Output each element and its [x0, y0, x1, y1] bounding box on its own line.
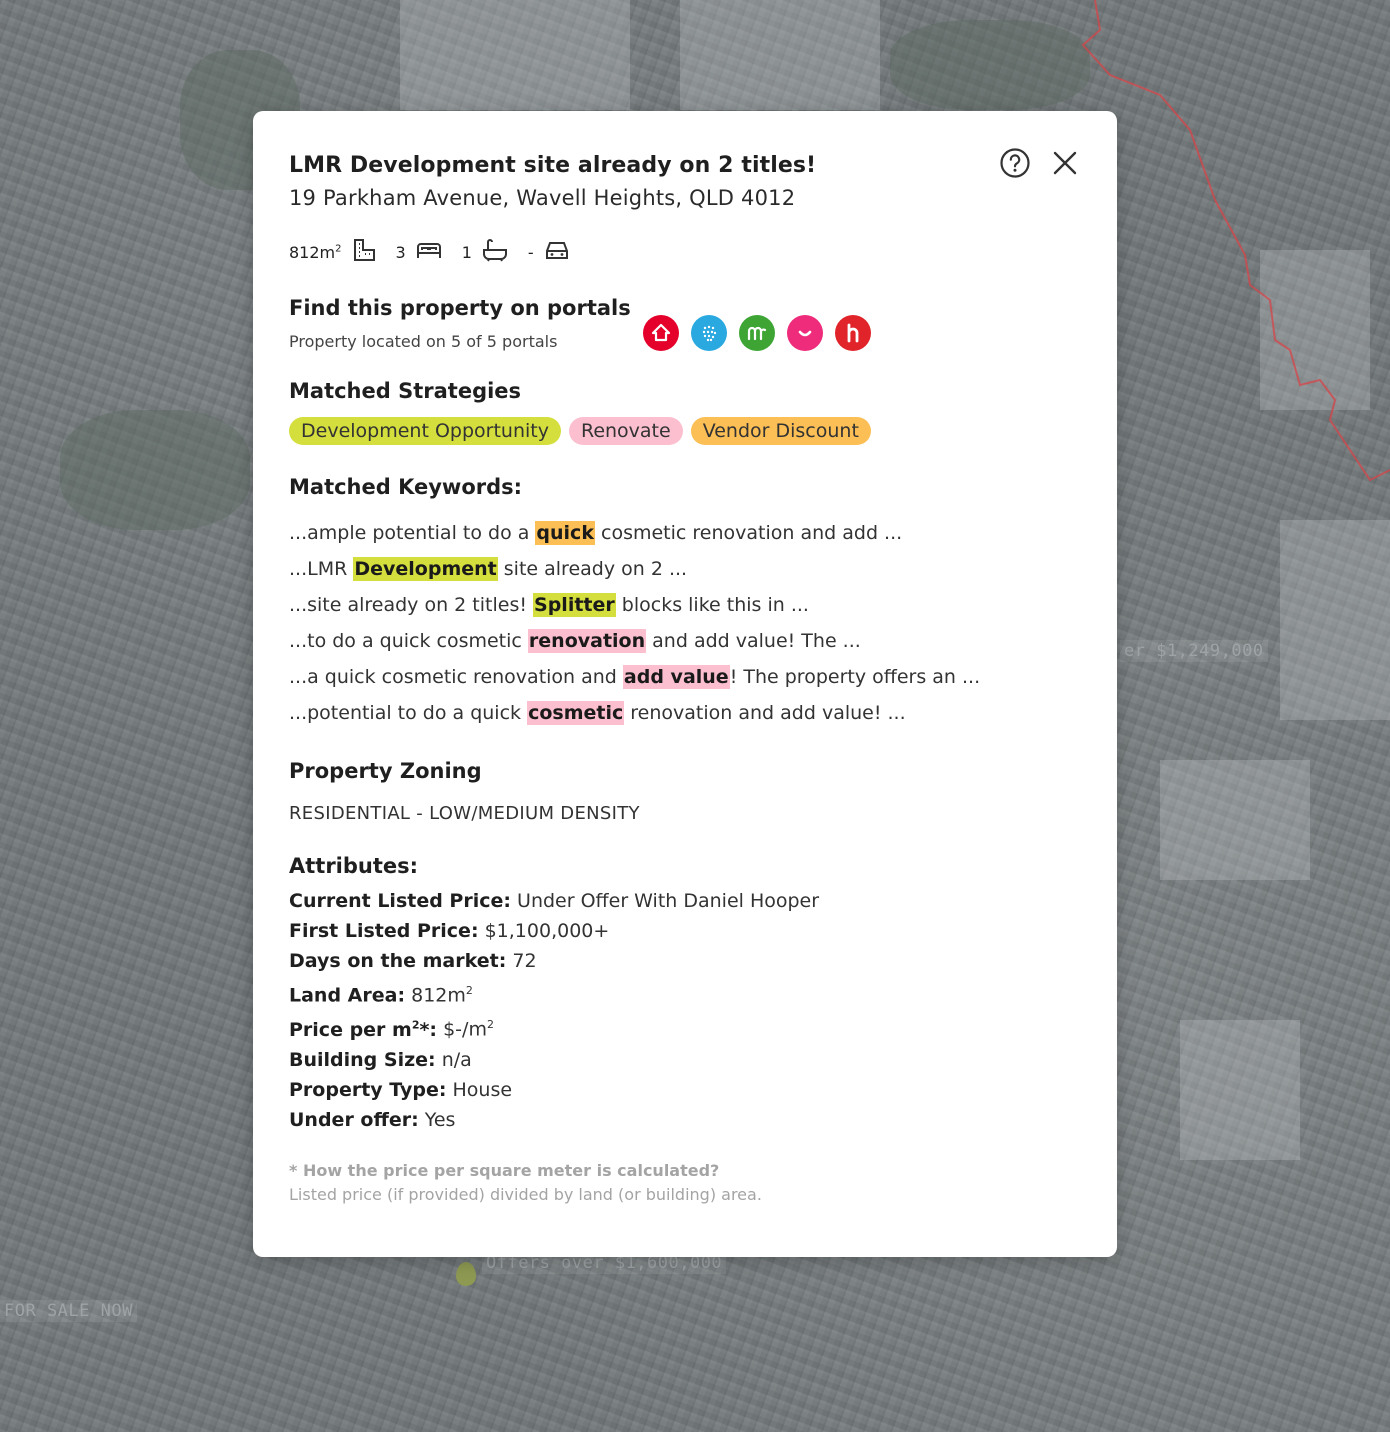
- attr-property-type: Property Type: House: [289, 1078, 513, 1101]
- keyword-highlight: quick: [535, 521, 595, 545]
- attr-under-offer: Under offer: Yes: [289, 1108, 456, 1131]
- bath-icon: [482, 238, 508, 266]
- map-price-label[interactable]: er $1,249,000: [1120, 640, 1268, 662]
- keyword-highlight: renovation: [527, 629, 647, 653]
- property-features: 812m2 3 1 -: [289, 238, 1081, 266]
- map-price-label[interactable]: FOR SALE NOW: [0, 1300, 137, 1322]
- domain-portal-icon[interactable]: [691, 315, 727, 351]
- keyword-snippet: ...ample potential to do a quick cosmeti…: [289, 521, 903, 545]
- homesales-portal-icon[interactable]: [835, 315, 871, 351]
- homely-portal-icon[interactable]: [787, 315, 823, 351]
- land-area-sup: 2: [335, 243, 342, 255]
- zoning-value: RESIDENTIAL - LOW/MEDIUM DENSITY: [289, 803, 640, 824]
- attributes-list: Current Listed Price: Under Offer With D…: [289, 886, 1081, 1135]
- attr-current-listed-price: Current Listed Price: Under Offer With D…: [289, 890, 820, 912]
- property-address: 19 Parkham Avenue, Wavell Heights, QLD 4…: [289, 186, 796, 210]
- attr-land-area: Land Area: 812m2: [289, 984, 473, 1007]
- footnote-answer: Listed price (if provided) divided by la…: [289, 1184, 762, 1204]
- attr-building-size: Building Size: n/a: [289, 1048, 472, 1071]
- bathrooms-feature: 1: [462, 238, 508, 266]
- attr-first-listed-price: First Listed Price: $1,100,000+: [289, 920, 610, 942]
- keyword-snippet: ...a quick cosmetic renovation and add v…: [289, 665, 981, 689]
- land-area-feature: 812m2: [289, 238, 376, 266]
- property-details-modal: LMR Development site already on 2 titles…: [253, 111, 1117, 1257]
- map-pin-icon[interactable]: [456, 1262, 476, 1286]
- parking-feature: -: [528, 239, 570, 265]
- property-zoning-section: Property Zoning RESIDENTIAL - LOW/MEDIUM…: [289, 759, 1081, 824]
- keyword-highlight: Development: [353, 557, 498, 581]
- keyword-snippet: ...potential to do a quick cosmetic reno…: [289, 701, 906, 725]
- strategy-chips: Development Opportunity Renovate Vendor …: [289, 417, 1081, 445]
- land-area-icon: [352, 238, 376, 266]
- strategy-chip-renovate[interactable]: Renovate: [568, 417, 683, 445]
- attr-price-per-m2: Price per m2*: $-/m2: [289, 1018, 494, 1041]
- realestate-portal-icon[interactable]: [643, 315, 679, 351]
- keyword-snippets: ...ample potential to do a quick cosmeti…: [289, 515, 1081, 731]
- parking-value: -: [527, 242, 534, 262]
- help-icon[interactable]: [999, 147, 1031, 179]
- modal-actions: [999, 147, 1081, 179]
- strategy-chip-development-opportunity[interactable]: Development Opportunity: [289, 417, 561, 445]
- matched-keywords-section: Matched Keywords: ...ample potential to …: [289, 475, 1081, 731]
- portals-subtext: Property located on 5 of 5 portals: [289, 332, 558, 351]
- price-per-m2-footnote: * How the price per square meter is calc…: [289, 1159, 1081, 1207]
- portal-icons: [643, 315, 871, 351]
- keyword-snippet: ...LMR Development site already on 2 ...: [289, 557, 688, 581]
- bed-icon: [416, 239, 442, 265]
- strategies-heading: Matched Strategies: [289, 379, 522, 403]
- strategy-chip-vendor-discount[interactable]: Vendor Discount: [690, 417, 871, 445]
- listing-title: LMR Development site already on 2 titles…: [289, 153, 817, 178]
- land-area-value: 812m: [289, 242, 336, 262]
- portals-section: Find this property on portals Property l…: [289, 296, 1081, 351]
- portals-heading: Find this property on portals: [289, 296, 631, 320]
- keyword-highlight: cosmetic: [527, 701, 625, 725]
- close-icon[interactable]: [1049, 147, 1081, 179]
- keyword-snippet: ...to do a quick cosmetic renovation and…: [289, 629, 861, 653]
- matched-strategies-section: Matched Strategies Development Opportuni…: [289, 379, 1081, 445]
- keywords-heading: Matched Keywords:: [289, 475, 523, 499]
- keyword-highlight: Splitter: [533, 593, 616, 617]
- attributes-section: Attributes: Current Listed Price: Under …: [289, 854, 1081, 1135]
- allhomes-portal-icon[interactable]: [739, 315, 775, 351]
- attr-days-on-market: Days on the market: 72: [289, 950, 537, 972]
- zoning-heading: Property Zoning: [289, 759, 482, 783]
- car-icon: [544, 239, 570, 265]
- footnote-question: * How the price per square meter is calc…: [289, 1160, 720, 1180]
- bathrooms-value: 1: [461, 242, 472, 262]
- bedrooms-feature: 3: [396, 239, 442, 265]
- bedrooms-value: 3: [395, 242, 406, 262]
- attributes-heading: Attributes:: [289, 854, 419, 878]
- keyword-snippet: ...site already on 2 titles! Splitter bl…: [289, 593, 809, 617]
- keyword-highlight: add value: [622, 665, 730, 689]
